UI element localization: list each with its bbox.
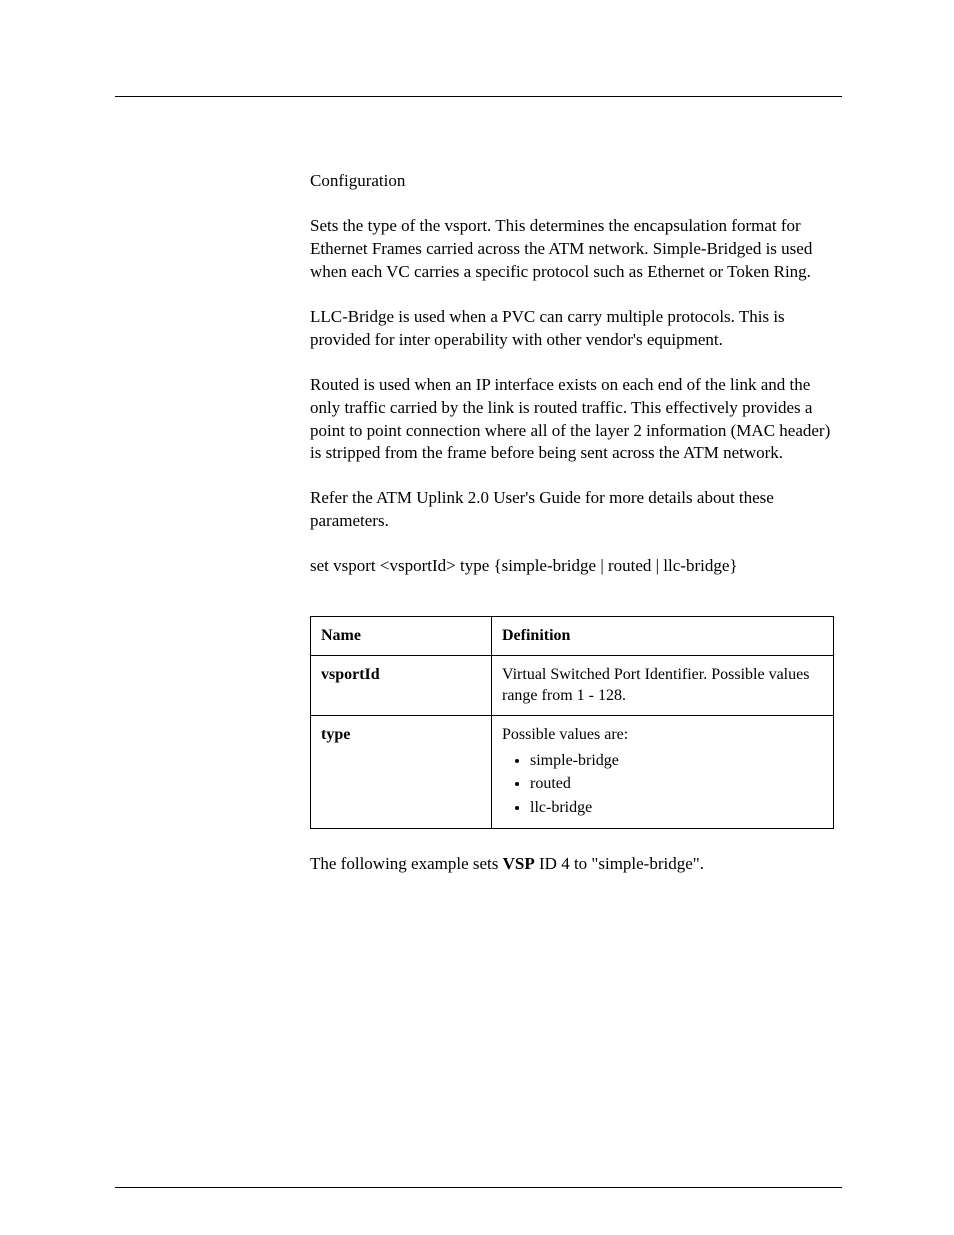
footer-rule — [115, 1187, 842, 1188]
paragraph-1: Sets the type of the vsport. This determ… — [310, 215, 834, 284]
table-header-row: Name Definition — [311, 617, 834, 656]
cell-name: vsportId — [311, 655, 492, 715]
list-item: routed — [530, 773, 823, 795]
col-header-name: Name — [311, 617, 492, 656]
list-item: llc-bridge — [530, 797, 823, 819]
paragraph-3: Routed is used when an IP interface exis… — [310, 374, 834, 466]
example-pre: The following example sets — [310, 854, 503, 873]
definition-intro: Possible values are: — [502, 726, 628, 743]
table-row: type Possible values are: simple-bridge … — [311, 715, 834, 828]
cell-definition: Virtual Switched Port Identifier. Possib… — [492, 655, 834, 715]
paragraph-4: Refer the ATM Uplink 2.0 User's Guide fo… — [310, 487, 834, 533]
paragraph-2: LLC-Bridge is used when a PVC can carry … — [310, 306, 834, 352]
cell-definition: Possible values are: simple-bridge route… — [492, 715, 834, 828]
list-item: simple-bridge — [530, 750, 823, 772]
definition-table: Name Definition vsportId Virtual Switche… — [310, 616, 834, 829]
body-column: Configuration Sets the type of the vspor… — [310, 170, 834, 898]
page: Configuration Sets the type of the vspor… — [0, 0, 954, 1235]
example-sentence: The following example sets VSP ID 4 to "… — [310, 853, 834, 876]
col-header-definition: Definition — [492, 617, 834, 656]
value-list: simple-bridge routed llc-bridge — [502, 750, 823, 819]
example-post: ID 4 to "simple-bridge". — [535, 854, 704, 873]
example-bold: VSP — [503, 854, 535, 873]
cell-name: type — [311, 715, 492, 828]
header-rule — [115, 96, 842, 97]
mode-line: Configuration — [310, 170, 834, 193]
table-row: vsportId Virtual Switched Port Identifie… — [311, 655, 834, 715]
syntax-line: set vsport <vsportId> type {simple-bridg… — [310, 555, 834, 578]
